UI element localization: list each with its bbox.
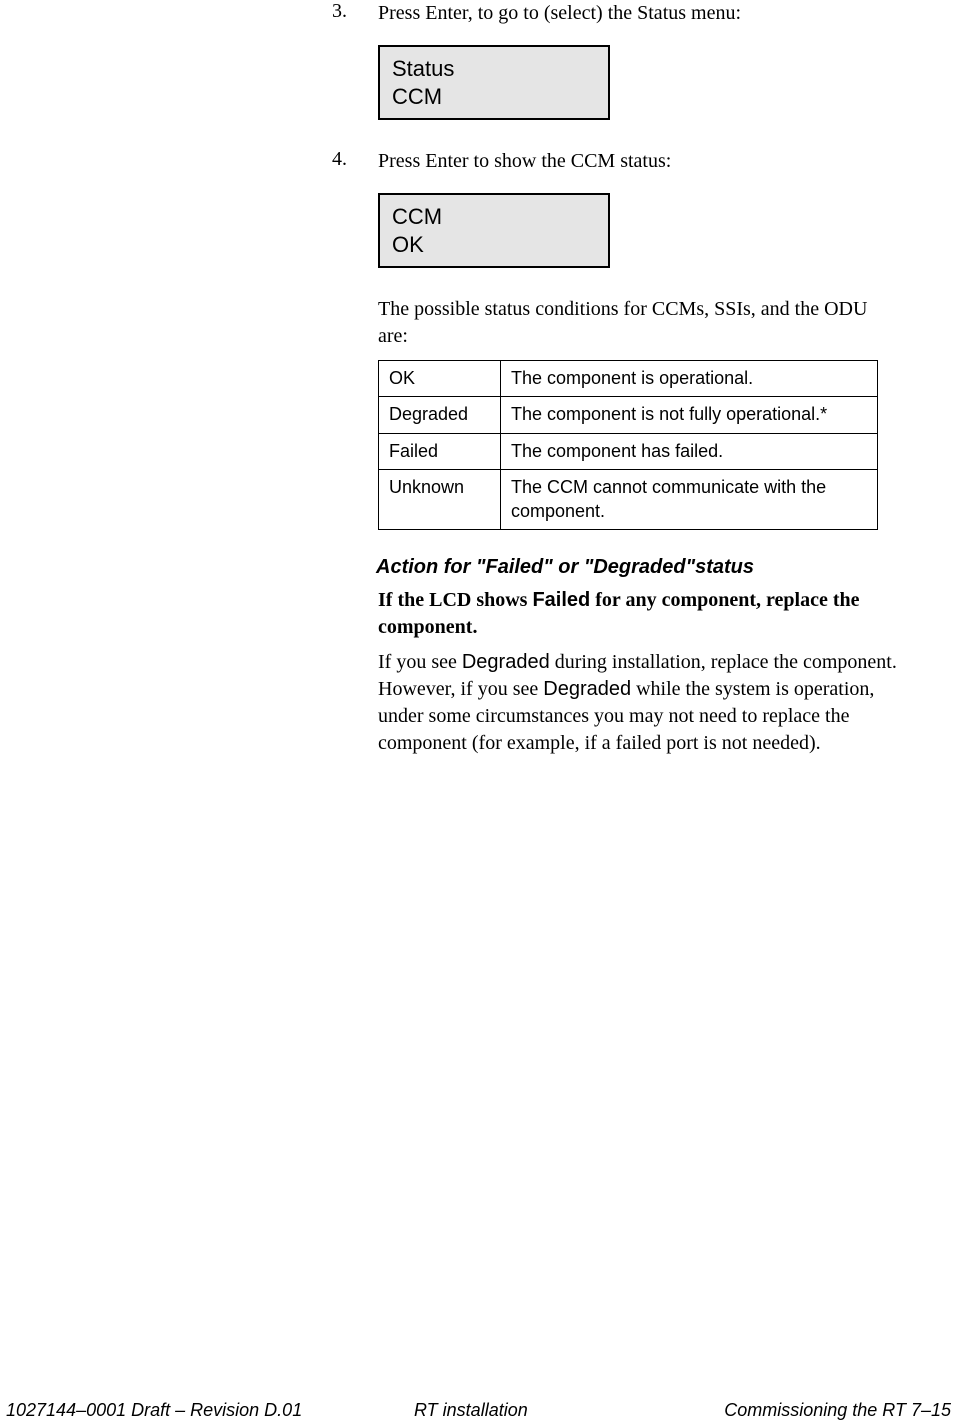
table-row: Failed The component has failed. <box>379 433 878 469</box>
step-3-content: Status CCM <box>378 45 900 120</box>
table-row: Degraded The component is not fully oper… <box>379 397 878 433</box>
lcd-display-ccm: CCM OK <box>378 193 610 268</box>
footer-title: RT installation <box>414 1400 528 1421</box>
lcd-line-1: CCM <box>392 203 596 231</box>
desc-cell: The CCM cannot communicate with the comp… <box>501 470 878 530</box>
lcd-display-status: Status CCM <box>378 45 610 120</box>
step-3: 3. Press Enter, to go to (select) the St… <box>332 0 900 27</box>
degraded-instruction: If you see Degraded during installation,… <box>378 649 900 757</box>
step-4: 4. Press Enter to show the CCM status: <box>332 148 900 175</box>
table-intro-text: The possible status conditions for CCMs,… <box>378 296 900 350</box>
action-heading: Action for "Failed" or "Degraded"status <box>376 556 900 579</box>
status-conditions-table: OK The component is operational. Degrade… <box>378 360 878 530</box>
step-number: 4. <box>332 148 378 175</box>
status-label-degraded: Degraded <box>543 678 631 700</box>
status-cell: Degraded <box>379 397 501 433</box>
status-cell: Unknown <box>379 470 501 530</box>
text-fragment: If the LCD shows <box>378 589 532 611</box>
desc-cell: The component is not fully operational.* <box>501 397 878 433</box>
table-row: OK The component is operational. <box>379 361 878 397</box>
failed-instruction: If the LCD shows Failed for any componen… <box>378 587 900 641</box>
desc-cell: The component is operational. <box>501 361 878 397</box>
step-text: Press Enter to show the CCM status: <box>378 148 671 175</box>
status-label-failed: Failed <box>532 589 590 611</box>
status-cell: OK <box>379 361 501 397</box>
footer-doc-id: 1027144–0001 Draft – Revision D.01 <box>6 1400 302 1421</box>
text-fragment: If you see <box>378 651 462 673</box>
lcd-line-1: Status <box>392 55 596 83</box>
status-cell: Failed <box>379 433 501 469</box>
footer-page-info: Commissioning the RT 7–15 <box>724 1400 951 1421</box>
step-4-content: CCM OK The possible status conditions fo… <box>378 193 900 757</box>
status-label-degraded: Degraded <box>462 651 550 673</box>
desc-cell: The component has failed. <box>501 433 878 469</box>
lcd-line-2: CCM <box>392 83 596 111</box>
step-number: 3. <box>332 0 378 27</box>
table-row: Unknown The CCM cannot communicate with … <box>379 470 878 530</box>
lcd-line-2: OK <box>392 231 596 259</box>
page-content: 3. Press Enter, to go to (select) the St… <box>332 0 900 757</box>
step-text: Press Enter, to go to (select) the Statu… <box>378 0 741 27</box>
